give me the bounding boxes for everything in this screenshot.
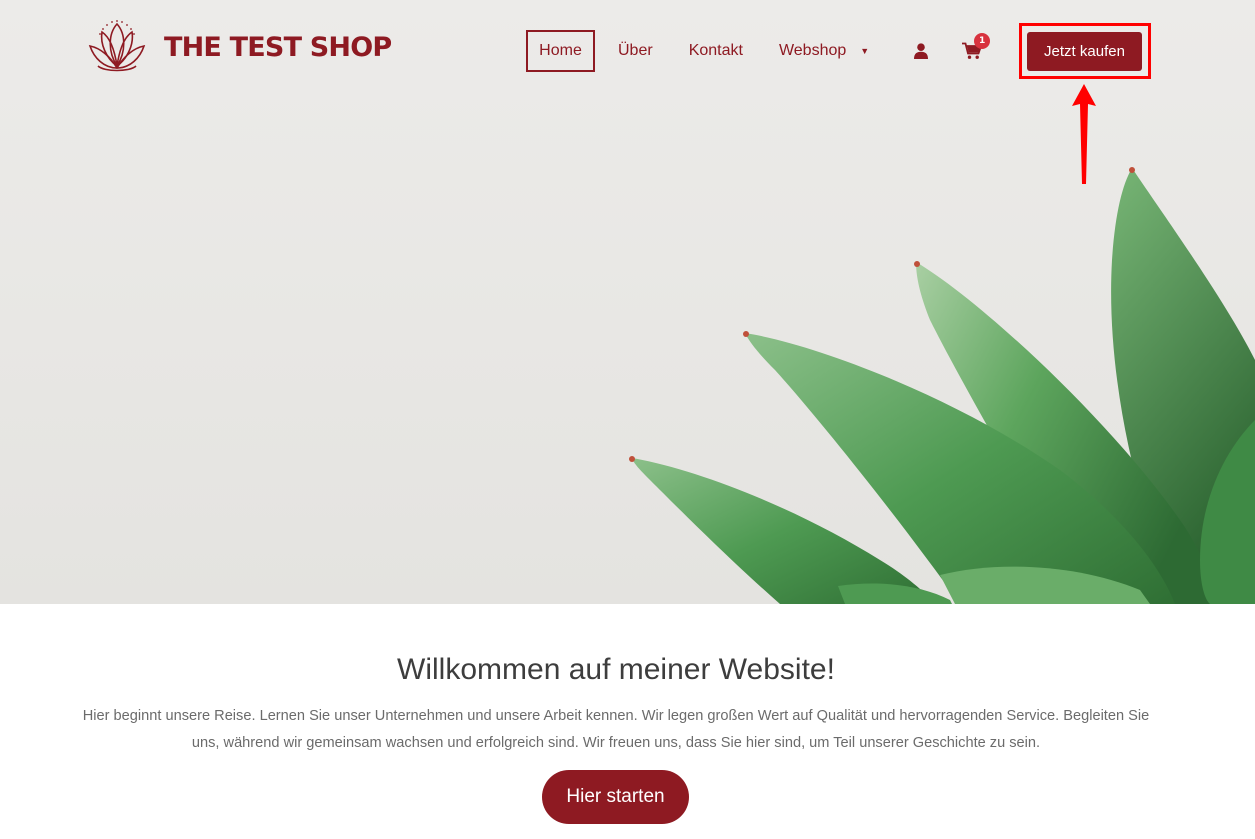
start-button-label: Hier starten [566, 786, 665, 807]
chevron-down-icon: ▼ [860, 46, 870, 56]
nav-item-uber[interactable]: Über [618, 30, 653, 72]
buy-now-button[interactable]: Jetzt kaufen [1027, 32, 1142, 71]
main-navigation: Home Über Kontakt Webshop ▼ 1 [526, 30, 991, 72]
user-icon [914, 43, 929, 59]
nav-item-home[interactable]: Home [526, 30, 595, 72]
nav-item-label: Kontakt [688, 42, 743, 59]
cart-link[interactable]: 1 [962, 30, 991, 72]
nav-item-label: Webshop [778, 42, 847, 59]
nav-item-label: Home [539, 42, 582, 59]
lotus-icon [88, 20, 146, 72]
site-logo[interactable]: THE TEST SHOP [86, 18, 392, 76]
cart-count-badge: 1 [974, 33, 991, 49]
account-link[interactable] [913, 30, 929, 72]
welcome-heading: Willkommen auf meiner Website! [397, 653, 835, 686]
welcome-section: Willkommen auf meiner Website! Hier begi… [0, 604, 1255, 839]
welcome-text: Hier beginnt unsere Reise. Lernen Sie un… [82, 708, 1150, 751]
nav-item-webshop[interactable]: Webshop ▼ [779, 30, 869, 72]
start-button[interactable]: Hier starten [542, 770, 689, 824]
nav-item-kontakt[interactable]: Kontakt [689, 30, 743, 72]
site-header: THE TEST SHOP Home Über Kontakt Webshop … [0, 0, 1255, 184]
annotation-arrow-icon [1072, 84, 1096, 184]
site-title: THE TEST SHOP [164, 31, 392, 63]
nav-item-label: Über [618, 42, 653, 59]
buy-now-label: Jetzt kaufen [1044, 43, 1125, 60]
